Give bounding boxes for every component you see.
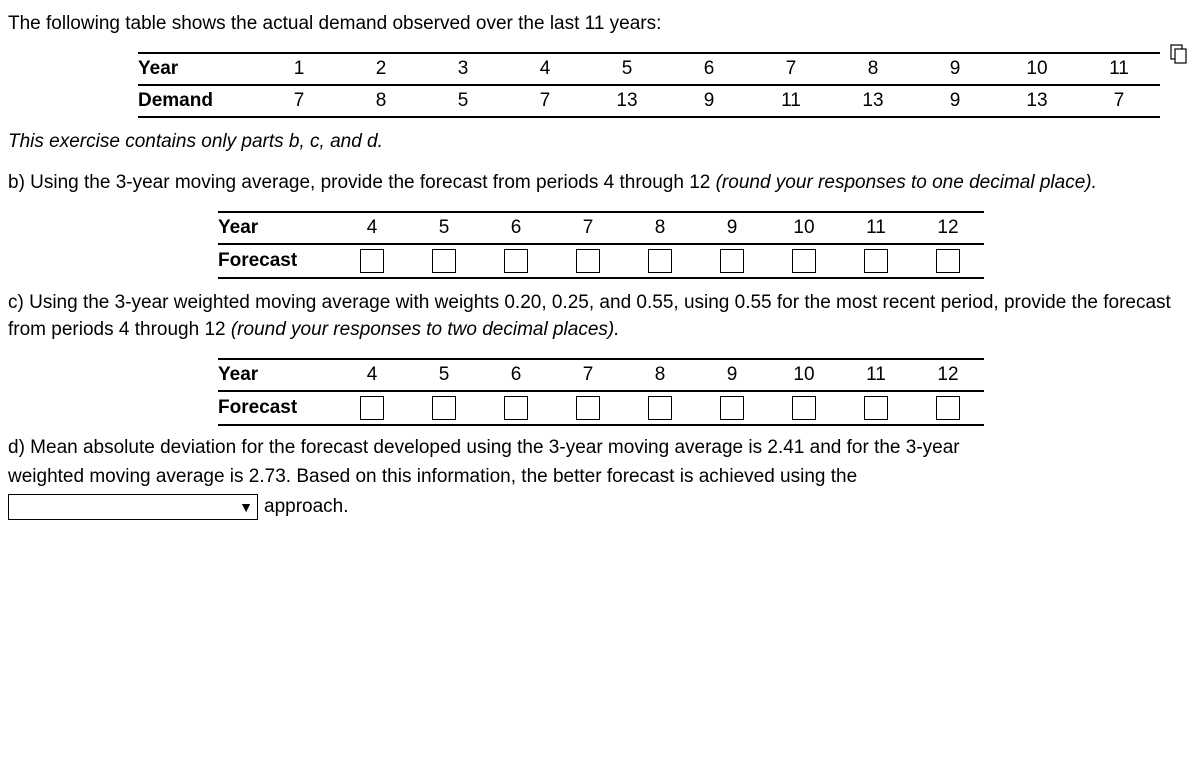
forecast-input[interactable] xyxy=(432,396,456,420)
forecast-input[interactable] xyxy=(864,249,888,273)
forecast-row-label: Forecast xyxy=(218,244,336,278)
year-cell: 11 xyxy=(840,212,912,244)
year-cell: 9 xyxy=(696,212,768,244)
year-cell: 7 xyxy=(552,212,624,244)
forecast-input[interactable] xyxy=(936,396,960,420)
demand-row-label: Demand xyxy=(138,85,258,117)
part-b-forecast-table: Year 4 5 6 7 8 9 10 11 12 Forecast xyxy=(218,211,984,279)
forecast-input[interactable] xyxy=(720,396,744,420)
year-cell: 10 xyxy=(768,359,840,391)
year-cell: 7 xyxy=(552,359,624,391)
chevron-down-icon: ▼ xyxy=(239,499,253,515)
forecast-input[interactable] xyxy=(360,249,384,273)
year-cell: 6 xyxy=(668,53,750,85)
year-cell: 4 xyxy=(336,359,408,391)
forecast-input[interactable] xyxy=(936,249,960,273)
part-d-text: d) Mean absolute deviation for the forec… xyxy=(8,434,1192,521)
forecast-input[interactable] xyxy=(792,396,816,420)
year-cell: 11 xyxy=(840,359,912,391)
year-cell: 6 xyxy=(480,359,552,391)
year-cell: 10 xyxy=(996,53,1078,85)
year-cell: 5 xyxy=(408,212,480,244)
demand-cell: 11 xyxy=(750,85,832,117)
forecast-input[interactable] xyxy=(576,249,600,273)
year-cell: 6 xyxy=(480,212,552,244)
demand-cell: 8 xyxy=(340,85,422,117)
year-cell: 8 xyxy=(832,53,914,85)
year-cell: 4 xyxy=(504,53,586,85)
year-cell: 7 xyxy=(750,53,832,85)
approach-dropdown[interactable]: ▼ xyxy=(8,494,258,520)
demand-table: Year 1 2 3 4 5 6 7 8 9 10 11 Demand 7 8 … xyxy=(138,52,1160,118)
forecast-input[interactable] xyxy=(576,396,600,420)
demand-cell: 13 xyxy=(586,85,668,117)
year-row-label: Year xyxy=(138,53,258,85)
forecast-input[interactable] xyxy=(360,396,384,420)
part-b-rounding-note: (round your responses to one decimal pla… xyxy=(716,172,1097,193)
year-cell: 9 xyxy=(914,53,996,85)
year-cell: 4 xyxy=(336,212,408,244)
part-c-rounding-note: (round your responses to two decimal pla… xyxy=(231,319,620,340)
part-c-text: c) Using the 3-year weighted moving aver… xyxy=(8,289,1192,344)
forecast-input[interactable] xyxy=(720,249,744,273)
year-cell: 12 xyxy=(912,212,984,244)
forecast-input[interactable] xyxy=(648,396,672,420)
demand-cell: 13 xyxy=(996,85,1078,117)
demand-cell: 7 xyxy=(1078,85,1160,117)
year-cell: 12 xyxy=(912,359,984,391)
year-cell: 3 xyxy=(422,53,504,85)
year-cell: 5 xyxy=(586,53,668,85)
year-cell: 8 xyxy=(624,359,696,391)
part-c-forecast-table: Year 4 5 6 7 8 9 10 11 12 Forecast xyxy=(218,358,984,426)
demand-cell: 7 xyxy=(504,85,586,117)
demand-cell: 9 xyxy=(914,85,996,117)
year-row-label: Year xyxy=(218,212,336,244)
demand-cell: 7 xyxy=(258,85,340,117)
parts-note: This exercise contains only parts b, c, … xyxy=(8,128,1192,156)
forecast-input[interactable] xyxy=(648,249,672,273)
forecast-row-label: Forecast xyxy=(218,391,336,425)
part-d-tail: approach. xyxy=(264,493,349,521)
year-cell: 8 xyxy=(624,212,696,244)
demand-cell: 13 xyxy=(832,85,914,117)
year-cell: 9 xyxy=(696,359,768,391)
demand-cell: 9 xyxy=(668,85,750,117)
forecast-input[interactable] xyxy=(504,249,528,273)
year-cell: 10 xyxy=(768,212,840,244)
intro-text: The following table shows the actual dem… xyxy=(8,10,1192,38)
part-d-line1: d) Mean absolute deviation for the forec… xyxy=(8,434,1192,462)
year-cell: 1 xyxy=(258,53,340,85)
demand-cell: 5 xyxy=(422,85,504,117)
forecast-input[interactable] xyxy=(864,396,888,420)
year-row-label: Year xyxy=(218,359,336,391)
copy-icon[interactable] xyxy=(1170,44,1188,64)
year-cell: 5 xyxy=(408,359,480,391)
part-b-prompt: b) Using the 3-year moving average, prov… xyxy=(8,172,716,193)
forecast-input[interactable] xyxy=(504,396,528,420)
forecast-input[interactable] xyxy=(792,249,816,273)
forecast-input[interactable] xyxy=(432,249,456,273)
part-b-text: b) Using the 3-year moving average, prov… xyxy=(8,169,1192,197)
year-cell: 11 xyxy=(1078,53,1160,85)
part-d-line2: weighted moving average is 2.73. Based o… xyxy=(8,463,1192,491)
year-cell: 2 xyxy=(340,53,422,85)
